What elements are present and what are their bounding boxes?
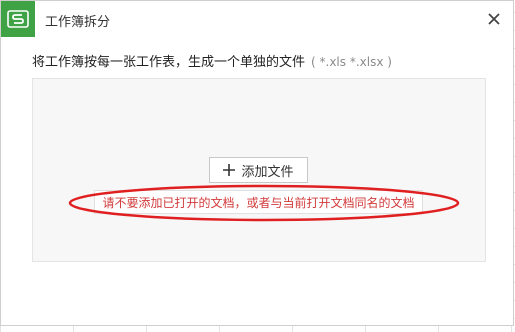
open-file-warning: 请不要添加已打开的文档，或者与当前打开文档同名的文档 [94, 190, 423, 214]
add-file-label: 添加文件 [241, 164, 294, 180]
file-type-hint: ( *.xls *.xlsx ) [311, 55, 392, 69]
instruction-text: 将工作簿按每一张工作表，生成一个单独的文件 ( *.xls *.xlsx ) [32, 51, 392, 70]
split-workbook-dialog: 工作簿拆分 将工作簿按每一张工作表，生成一个单独的文件 ( *.xls *.xls… [0, 0, 514, 326]
title-bar: 工作簿拆分 [1, 1, 513, 37]
add-file-button[interactable]: 添加文件 [209, 157, 308, 183]
close-icon [488, 13, 500, 25]
plus-icon [223, 164, 236, 176]
instruction-label: 将工作簿按每一张工作表，生成一个单独的文件 [32, 55, 306, 70]
dialog-title: 工作簿拆分 [45, 15, 111, 30]
close-button[interactable] [483, 8, 505, 30]
wps-logo-icon [1, 1, 35, 37]
